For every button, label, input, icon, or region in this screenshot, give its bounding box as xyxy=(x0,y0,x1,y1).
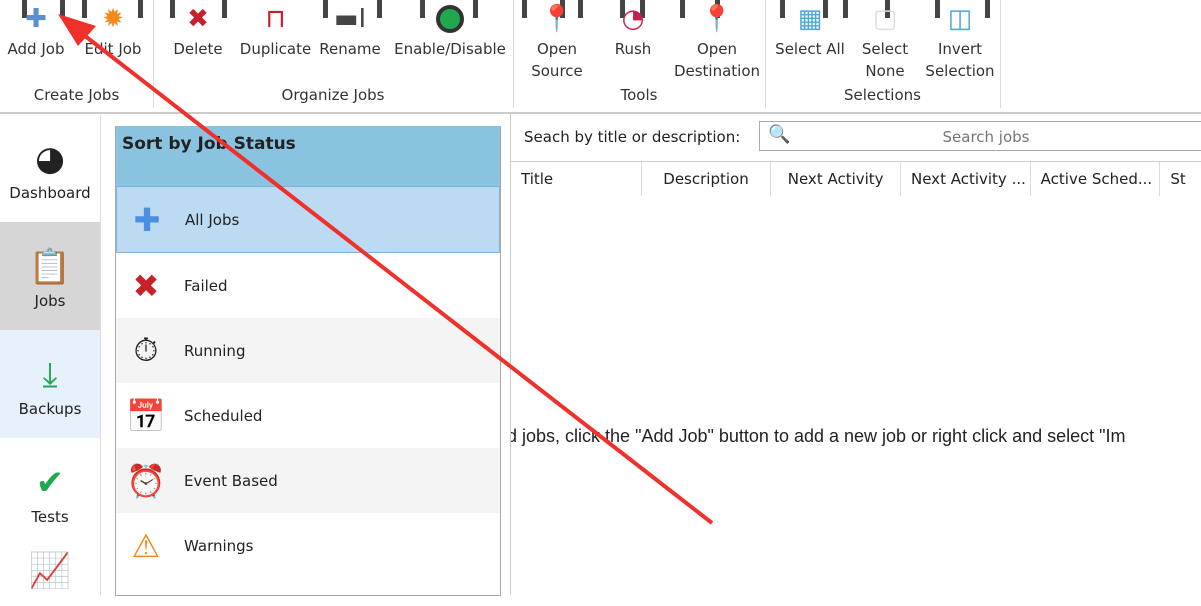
col-active-schedule[interactable]: Active Sched... xyxy=(1031,162,1161,196)
add-job-button[interactable]: ✚ Add Job xyxy=(2,0,70,60)
delete-button[interactable]: ✖ Delete xyxy=(168,0,228,60)
rename-icon: ▬I xyxy=(333,4,367,34)
invert-selection-button[interactable]: ◫ Invert Selection xyxy=(923,0,997,82)
check-tray-icon: ✔ xyxy=(35,463,65,503)
pin-icon: 📍 xyxy=(540,4,574,34)
grid-icon: ▦ xyxy=(797,4,823,34)
select-none-button[interactable]: ▢ Select None xyxy=(855,0,915,82)
job-status-panel: Sort by Job Status ✚ All Jobs ✖ Failed ⏱ Ru… xyxy=(115,126,501,596)
gauge-icon: ◕ xyxy=(35,139,65,179)
x-icon: ✖ xyxy=(187,4,209,34)
group-selections: ▦ Select All ▢ Select None ◫ Invert Selection… xyxy=(765,0,1001,108)
status-scheduled[interactable]: 📅 Scheduled xyxy=(116,383,500,448)
rush-button[interactable]: ◔ Rush xyxy=(605,0,661,60)
stopwatch-icon: ⏱ xyxy=(133,331,159,369)
edit-job-button[interactable]: ✹ Edit Job xyxy=(78,0,148,60)
plus-icon: ✚ xyxy=(133,200,161,239)
status-failed[interactable]: ✖ Failed xyxy=(116,253,500,318)
search-label: Seach by title or description: xyxy=(524,128,741,146)
side-nav: ◕ Dashboard 📋 Jobs ⤓ Backups ✔ Tests 📈 xyxy=(0,114,101,595)
group-organize-jobs: ✖ Delete ⊓ Duplicate ▬I Rename Enable/Disab… xyxy=(153,0,514,108)
table-header: Title Description Next Activity Next Act… xyxy=(511,161,1201,196)
nav-backups[interactable]: ⤓ Backups xyxy=(0,330,100,438)
jobs-main: Seach by title or description: 🔍 Title D… xyxy=(510,114,1201,595)
nav-reports[interactable]: 📈 xyxy=(0,546,100,606)
download-icon: ⤓ xyxy=(42,355,58,395)
col-status[interactable]: St xyxy=(1160,162,1201,196)
col-title[interactable]: Title xyxy=(511,162,642,196)
toggle-dot-icon xyxy=(391,0,509,38)
duplicate-button[interactable]: ⊓ Duplicate xyxy=(238,0,313,60)
duplicate-icon: ⊓ xyxy=(265,4,286,34)
enable-disable-button[interactable]: Enable/Disable xyxy=(391,0,509,60)
speedometer-icon: ◔ xyxy=(621,4,645,34)
group-tools: 📍 Open Source ◔ Rush 📍 Open Destination Tools xyxy=(513,0,766,108)
calendar-check-icon: 📅 xyxy=(126,396,166,435)
status-all-jobs[interactable]: ✚ All Jobs xyxy=(116,186,500,253)
alarm-clock-icon: ⏰ xyxy=(126,461,166,500)
select-all-button[interactable]: ▦ Select All xyxy=(773,0,847,60)
col-next-activity[interactable]: Next Activity xyxy=(771,162,901,196)
nav-tests[interactable]: ✔ Tests xyxy=(0,438,100,546)
open-source-button[interactable]: 📍 Open Source xyxy=(523,0,591,82)
status-running[interactable]: ⏱ Running xyxy=(116,318,500,383)
group-create-jobs: ✚ Add Job ✹ Edit Job Create Jobs xyxy=(0,0,154,108)
grid-empty-icon: ▢ xyxy=(872,4,898,34)
x-icon: ✖ xyxy=(132,266,160,305)
rename-button[interactable]: ▬I Rename xyxy=(318,0,382,60)
warning-icon: ⚠ xyxy=(131,526,161,565)
status-warnings[interactable]: ⚠ Warnings xyxy=(116,513,500,578)
nav-dashboard[interactable]: ◕ Dashboard xyxy=(0,114,100,222)
search-icon: 🔍 xyxy=(768,124,791,145)
search-input[interactable] xyxy=(760,122,1201,152)
clipboard-plus-icon: 📋 xyxy=(28,247,72,287)
empty-message: dd jobs, click the "Add Job" button to a… xyxy=(510,426,1126,446)
status-event-based[interactable]: ⏰ Event Based xyxy=(116,448,500,513)
search-box: 🔍 xyxy=(759,121,1201,152)
status-list: ✚ All Jobs ✖ Failed ⏱ Running 📅 Scheduled ⏰ E… xyxy=(116,186,500,578)
panel-title: Sort by Job Status xyxy=(116,126,500,186)
chart-board-icon: 📈 xyxy=(28,551,72,591)
gear-icon: ✹ xyxy=(102,4,124,34)
ribbon-toolbar: ✚ Add Job ✹ Edit Job Create Jobs ✖ Delete ⊓… xyxy=(0,0,1201,114)
nav-jobs[interactable]: 📋 Jobs xyxy=(0,222,100,330)
col-description[interactable]: Description xyxy=(642,162,772,196)
plus-icon: ✚ xyxy=(25,4,47,34)
open-destination-button[interactable]: 📍 Open Destination xyxy=(673,0,761,82)
pin-icon: 📍 xyxy=(700,4,734,34)
col-next-activity-2[interactable]: Next Activity ... xyxy=(901,162,1031,196)
invert-grid-icon: ◫ xyxy=(947,4,973,34)
